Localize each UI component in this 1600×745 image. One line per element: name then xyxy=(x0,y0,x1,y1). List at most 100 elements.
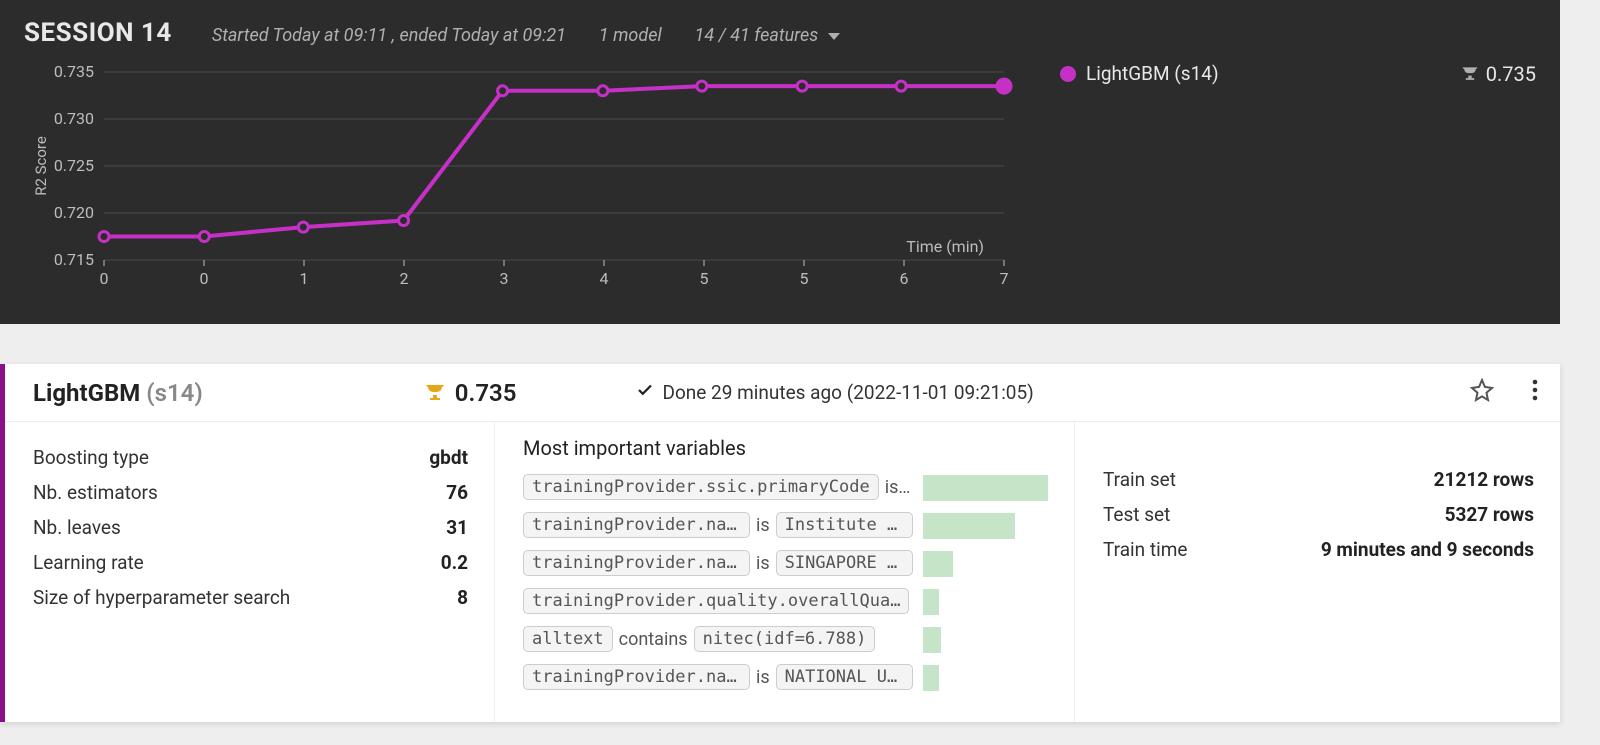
features-dropdown-label: 14 / 41 features xyxy=(695,25,819,46)
star-icon[interactable] xyxy=(1470,378,1494,407)
chart-svg: 0.7150.7200.7250.7300.7350012345567Time … xyxy=(24,62,1034,310)
variable-label: trainingProvider.quality.overallQua… xyxy=(523,588,909,614)
variable-rhs-chip: Institute o… xyxy=(776,512,913,538)
more-menu-icon[interactable] xyxy=(1532,378,1538,407)
stat-key: Test set xyxy=(1103,503,1170,526)
stat-value: 5327 rows xyxy=(1445,503,1534,526)
stat-value: 9 minutes and 9 seconds xyxy=(1321,538,1534,561)
variable-op: is xyxy=(756,667,770,688)
session-panel: SESSION 14 Started Today at 09:11 , ende… xyxy=(0,0,1560,324)
importance-bar xyxy=(923,475,1048,501)
param-value: 0.2 xyxy=(441,551,468,574)
r2-chart[interactable]: 0.7150.7200.7250.7300.7350012345567Time … xyxy=(24,62,1034,310)
session-meta: Started Today at 09:11 , ended Today at … xyxy=(212,25,840,46)
variable-label: trainingProvider.name is NATIONAL UN… xyxy=(523,664,913,690)
svg-text:6: 6 xyxy=(900,269,909,288)
stat-value: 21212 rows xyxy=(1434,468,1534,491)
svg-text:0: 0 xyxy=(200,269,209,288)
variable-lhs-chip: alltext xyxy=(523,626,613,652)
legend-item[interactable]: LightGBM (s14) xyxy=(1060,62,1219,85)
model-card-header: LightGBM (s14) 0.735 Done 29 minutes ago… xyxy=(5,364,1560,421)
model-status: Done 29 minutes ago (2022-11-01 09:21:05… xyxy=(636,381,1033,404)
svg-text:1: 1 xyxy=(300,269,309,288)
important-vars-heading: Most important variables xyxy=(523,436,1048,460)
importance-bar xyxy=(923,551,953,577)
svg-text:Time (min): Time (min) xyxy=(906,237,984,256)
model-score: 0.735 xyxy=(423,379,517,407)
variable-op: contains xyxy=(619,629,688,650)
variable-row[interactable]: trainingProvider.name is Institute o… xyxy=(523,510,1048,544)
variable-op: is xyxy=(756,515,770,536)
importance-bar xyxy=(923,627,941,653)
param-key: Size of hyperparameter search xyxy=(33,586,290,609)
variable-lhs-chip: trainingProvider.name xyxy=(523,512,750,538)
stat-row: Train time 9 minutes and 9 seconds xyxy=(1103,538,1534,561)
model-session-id: (s14) xyxy=(146,379,203,407)
stat-row: Test set 5327 rows xyxy=(1103,503,1534,526)
param-key: Boosting type xyxy=(33,446,149,469)
svg-text:3: 3 xyxy=(500,269,509,288)
variable-row[interactable]: trainingProvider.name is SINGAPORE M… xyxy=(523,548,1048,582)
importance-bar xyxy=(923,513,1015,539)
svg-text:2: 2 xyxy=(400,269,409,288)
model-status-text: Done 29 minutes ago (2022-11-01 09:21:05… xyxy=(662,381,1033,404)
importance-bar xyxy=(923,665,939,691)
param-key: Learning rate xyxy=(33,551,144,574)
variable-row[interactable]: trainingProvider.name is NATIONAL UN… xyxy=(523,662,1048,696)
legend-dot-icon xyxy=(1060,66,1076,82)
variable-lhs-chip: trainingProvider.quality.overallQua… xyxy=(523,588,909,614)
variable-op: is… xyxy=(885,477,911,498)
param-value: gbdt xyxy=(429,446,468,469)
variable-row[interactable]: trainingProvider.ssic.primaryCode is… xyxy=(523,472,1048,506)
trophy-icon xyxy=(1460,64,1480,84)
variable-lhs-chip: trainingProvider.name xyxy=(523,550,750,576)
variable-rhs-chip: nitec(idf=6.788) xyxy=(694,626,876,652)
variable-lhs-chip: trainingProvider.name xyxy=(523,664,750,690)
variable-label: trainingProvider.name is Institute o… xyxy=(523,512,913,538)
stat-key: Train time xyxy=(1103,538,1187,561)
trophy-icon xyxy=(423,381,447,405)
hyperparams-column: Boosting typegbdtNb. estimators76Nb. lea… xyxy=(5,422,495,722)
legend-label: LightGBM (s14) xyxy=(1086,62,1219,85)
svg-text:0.730: 0.730 xyxy=(54,109,94,128)
param-key: Nb. leaves xyxy=(33,516,121,539)
model-name-text: LightGBM xyxy=(33,379,140,407)
svg-text:7: 7 xyxy=(1000,269,1009,288)
model-card: LightGBM (s14) 0.735 Done 29 minutes ago… xyxy=(0,364,1560,722)
stat-key: Train set xyxy=(1103,468,1176,491)
svg-text:0.735: 0.735 xyxy=(54,62,94,81)
chevron-down-icon xyxy=(828,33,840,40)
session-title: SESSION 14 xyxy=(24,18,172,48)
svg-text:4: 4 xyxy=(600,269,609,288)
dataset-stats-column: Train set 21212 rows Test set 5327 rows Trai… xyxy=(1075,422,1560,722)
legend-column: LightGBM (s14) 0.735 xyxy=(1060,62,1536,310)
param-row: Nb. leaves31 xyxy=(33,516,468,539)
param-key: Nb. estimators xyxy=(33,481,158,504)
importance-bar xyxy=(923,589,939,615)
variable-rhs-chip: NATIONAL UN… xyxy=(776,664,913,690)
legend-score: 0.735 xyxy=(1460,62,1536,86)
param-row: Size of hyperparameter search8 xyxy=(33,586,468,609)
variable-label: trainingProvider.name is SINGAPORE M… xyxy=(523,550,913,576)
svg-text:5: 5 xyxy=(700,269,709,288)
model-score-value: 0.735 xyxy=(455,379,517,407)
session-header: SESSION 14 Started Today at 09:11 , ende… xyxy=(24,18,1536,48)
session-model-count: 1 model xyxy=(599,25,662,46)
important-vars-column: Most important variables trainingProvide… xyxy=(495,422,1075,722)
variable-lhs-chip: trainingProvider.ssic.primaryCode xyxy=(523,474,879,500)
svg-text:0: 0 xyxy=(100,269,109,288)
svg-text:R2 Score: R2 Score xyxy=(32,136,50,196)
stat-row: Train set 21212 rows xyxy=(1103,468,1534,491)
session-time-range: Started Today at 09:11 , ended Today at … xyxy=(212,25,566,46)
session-body: 0.7150.7200.7250.7300.7350012345567Time … xyxy=(24,62,1536,310)
svg-text:0.720: 0.720 xyxy=(54,203,94,222)
model-card-body: Boosting typegbdtNb. estimators76Nb. lea… xyxy=(5,421,1560,722)
features-dropdown[interactable]: 14 / 41 features xyxy=(695,25,841,46)
variable-row[interactable]: trainingProvider.quality.overallQua… xyxy=(523,586,1048,620)
variable-row[interactable]: alltext contains nitec(idf=6.788) xyxy=(523,624,1048,658)
svg-text:5: 5 xyxy=(800,269,809,288)
variable-label: trainingProvider.ssic.primaryCode is… xyxy=(523,474,910,500)
variable-op: is xyxy=(756,553,770,574)
variable-label: alltext contains nitec(idf=6.788) xyxy=(523,626,875,652)
variable-rhs-chip: SINGAPORE M… xyxy=(776,550,913,576)
